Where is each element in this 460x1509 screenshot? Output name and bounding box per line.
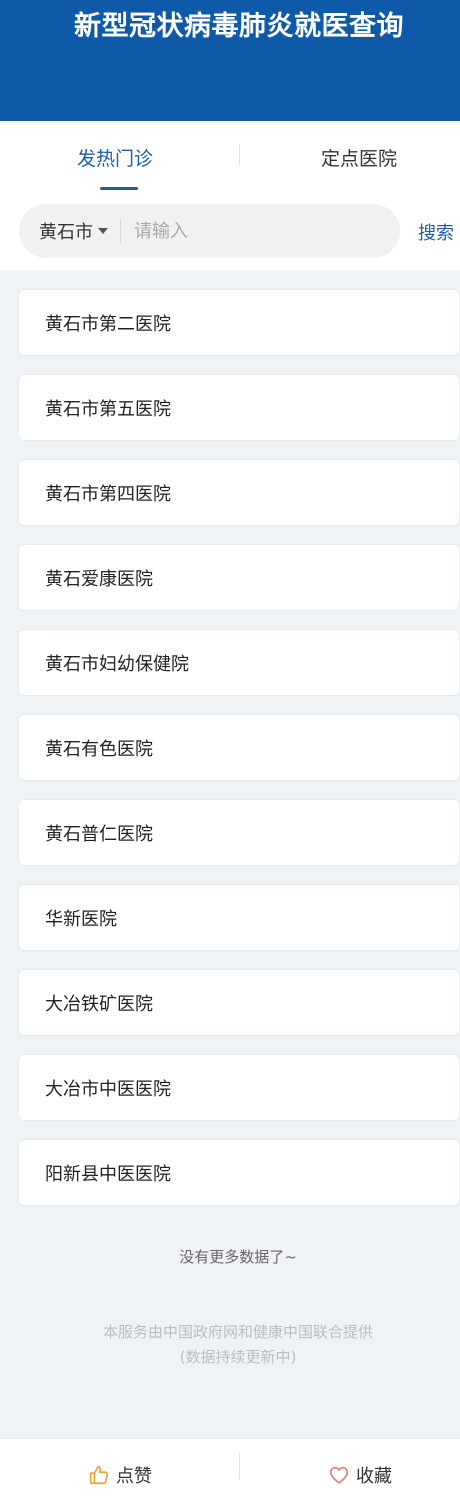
footer-note: 本服务由中国政府网和健康中国联合提供 (数据持续更新中) xyxy=(0,1320,460,1370)
list-item[interactable]: 阳新县中医医院 xyxy=(18,1139,460,1206)
list-item[interactable]: 大冶市中医医院 xyxy=(18,1054,460,1121)
search-button[interactable]: 搜索 xyxy=(418,219,454,245)
list-item[interactable]: 华新医院 xyxy=(18,884,460,951)
footer-note-line1: 本服务由中国政府网和健康中国联合提供 xyxy=(102,1323,373,1341)
list-item[interactable]: 黄石市第二医院 xyxy=(18,289,460,356)
page-header: 新型冠状病毒肺炎就医查询 xyxy=(0,0,460,121)
caret-down-icon xyxy=(98,228,108,234)
favorite-label: 收藏 xyxy=(356,1465,392,1487)
tab-designated-hospital[interactable]: 定点医院 xyxy=(240,121,460,193)
list-end-text: 没有更多数据了~ xyxy=(179,1248,297,1266)
list-item[interactable]: 黄石市妇幼保健院 xyxy=(18,629,460,696)
favorite-button[interactable]: 收藏 xyxy=(240,1439,460,1509)
search-box: 黄石市 xyxy=(19,204,400,258)
like-button[interactable]: 点赞 xyxy=(0,1439,240,1509)
bottom-bar: 点赞 收藏 xyxy=(0,1438,460,1509)
list-item[interactable]: 黄石市第五医院 xyxy=(18,374,460,441)
like-label: 点赞 xyxy=(116,1465,152,1487)
hospital-list: 黄石市第二医院 黄石市第五医院 黄石市第四医院 黄石爱康医院 黄石市妇幼保健院 … xyxy=(18,289,460,1224)
list-item[interactable]: 黄石市第四医院 xyxy=(18,459,460,526)
top-panel: 发热门诊 定点医院 黄石市 搜索 xyxy=(0,121,460,270)
page-title: 新型冠状病毒肺炎就医查询 xyxy=(74,11,404,42)
list-item[interactable]: 黄石有色医院 xyxy=(18,714,460,781)
city-dropdown[interactable]: 黄石市 xyxy=(19,204,120,258)
city-dropdown-label: 黄石市 xyxy=(39,222,93,243)
search-input[interactable] xyxy=(121,204,400,258)
list-item[interactable]: 大冶铁矿医院 xyxy=(18,969,460,1036)
list-item[interactable]: 黄石普仁医院 xyxy=(18,799,460,866)
tab-active-indicator xyxy=(100,187,138,190)
tab-fever-clinic[interactable]: 发热门诊 xyxy=(0,121,230,193)
footer-note-line2: (数据持续更新中) xyxy=(179,1348,297,1366)
thumbs-up-icon xyxy=(89,1465,109,1484)
heart-icon xyxy=(329,1466,349,1484)
list-item[interactable]: 黄石爱康医院 xyxy=(18,544,460,611)
